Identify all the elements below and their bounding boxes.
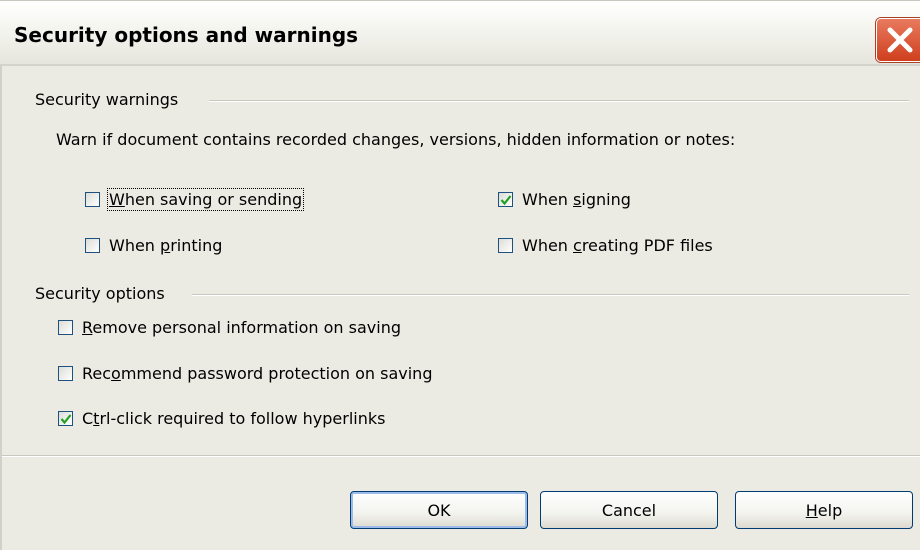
checkbox[interactable] [58, 366, 73, 381]
help-button[interactable]: Help [735, 491, 913, 529]
checkmark-icon [60, 414, 72, 425]
checkbox[interactable] [85, 238, 100, 253]
cancel-button[interactable]: Cancel [540, 491, 718, 529]
checkbox-label: When saving or sending [106, 188, 305, 211]
checkbox-label: When creating PDF files [522, 236, 713, 255]
checkbox-recommend-password[interactable]: Recommend password protection on saving [58, 364, 498, 387]
security-warnings-label: Security warnings [35, 90, 179, 109]
checkbox-label: Ctrl-click required to follow hyperlinks [82, 409, 386, 428]
checkbox[interactable] [498, 192, 513, 207]
close-button[interactable] [876, 18, 920, 62]
dialog-body: Security warnings Warn if document conta… [0, 66, 920, 550]
checkbox[interactable] [85, 192, 100, 207]
checkmark-icon [500, 195, 512, 206]
checkbox-label: When signing [522, 190, 631, 209]
checkbox[interactable] [498, 238, 513, 253]
dialog-title: Security options and warnings [14, 23, 359, 47]
security-warnings-divider [209, 100, 909, 102]
checkbox-when-signing[interactable]: When signing [498, 190, 698, 213]
security-options-dialog: Security options and warnings Security w… [0, 0, 920, 550]
checkbox[interactable] [58, 411, 73, 426]
warn-description: Warn if document contains recorded chang… [56, 130, 736, 149]
close-icon [887, 27, 913, 53]
button-separator [2, 455, 920, 457]
ok-button[interactable]: OK [350, 491, 528, 529]
checkbox-when-printing[interactable]: When printing [85, 236, 285, 259]
checkbox-remove-personal-info[interactable]: Remove personal information on saving [58, 318, 478, 341]
checkbox-ctrl-click-hyperlinks[interactable]: Ctrl-click required to follow hyperlinks [58, 409, 478, 432]
checkbox-label: Recommend password protection on saving [82, 364, 433, 383]
checkbox-when-saving[interactable]: When saving or sending [85, 188, 345, 213]
title-bar[interactable]: Security options and warnings [0, 0, 920, 66]
checkbox-when-creating-pdf[interactable]: When creating PDF files [498, 236, 778, 259]
checkbox-label: Remove personal information on saving [82, 318, 401, 337]
checkbox[interactable] [58, 320, 73, 335]
security-options-label: Security options [35, 284, 165, 303]
security-options-divider [192, 294, 909, 296]
checkbox-label: When printing [109, 236, 223, 255]
